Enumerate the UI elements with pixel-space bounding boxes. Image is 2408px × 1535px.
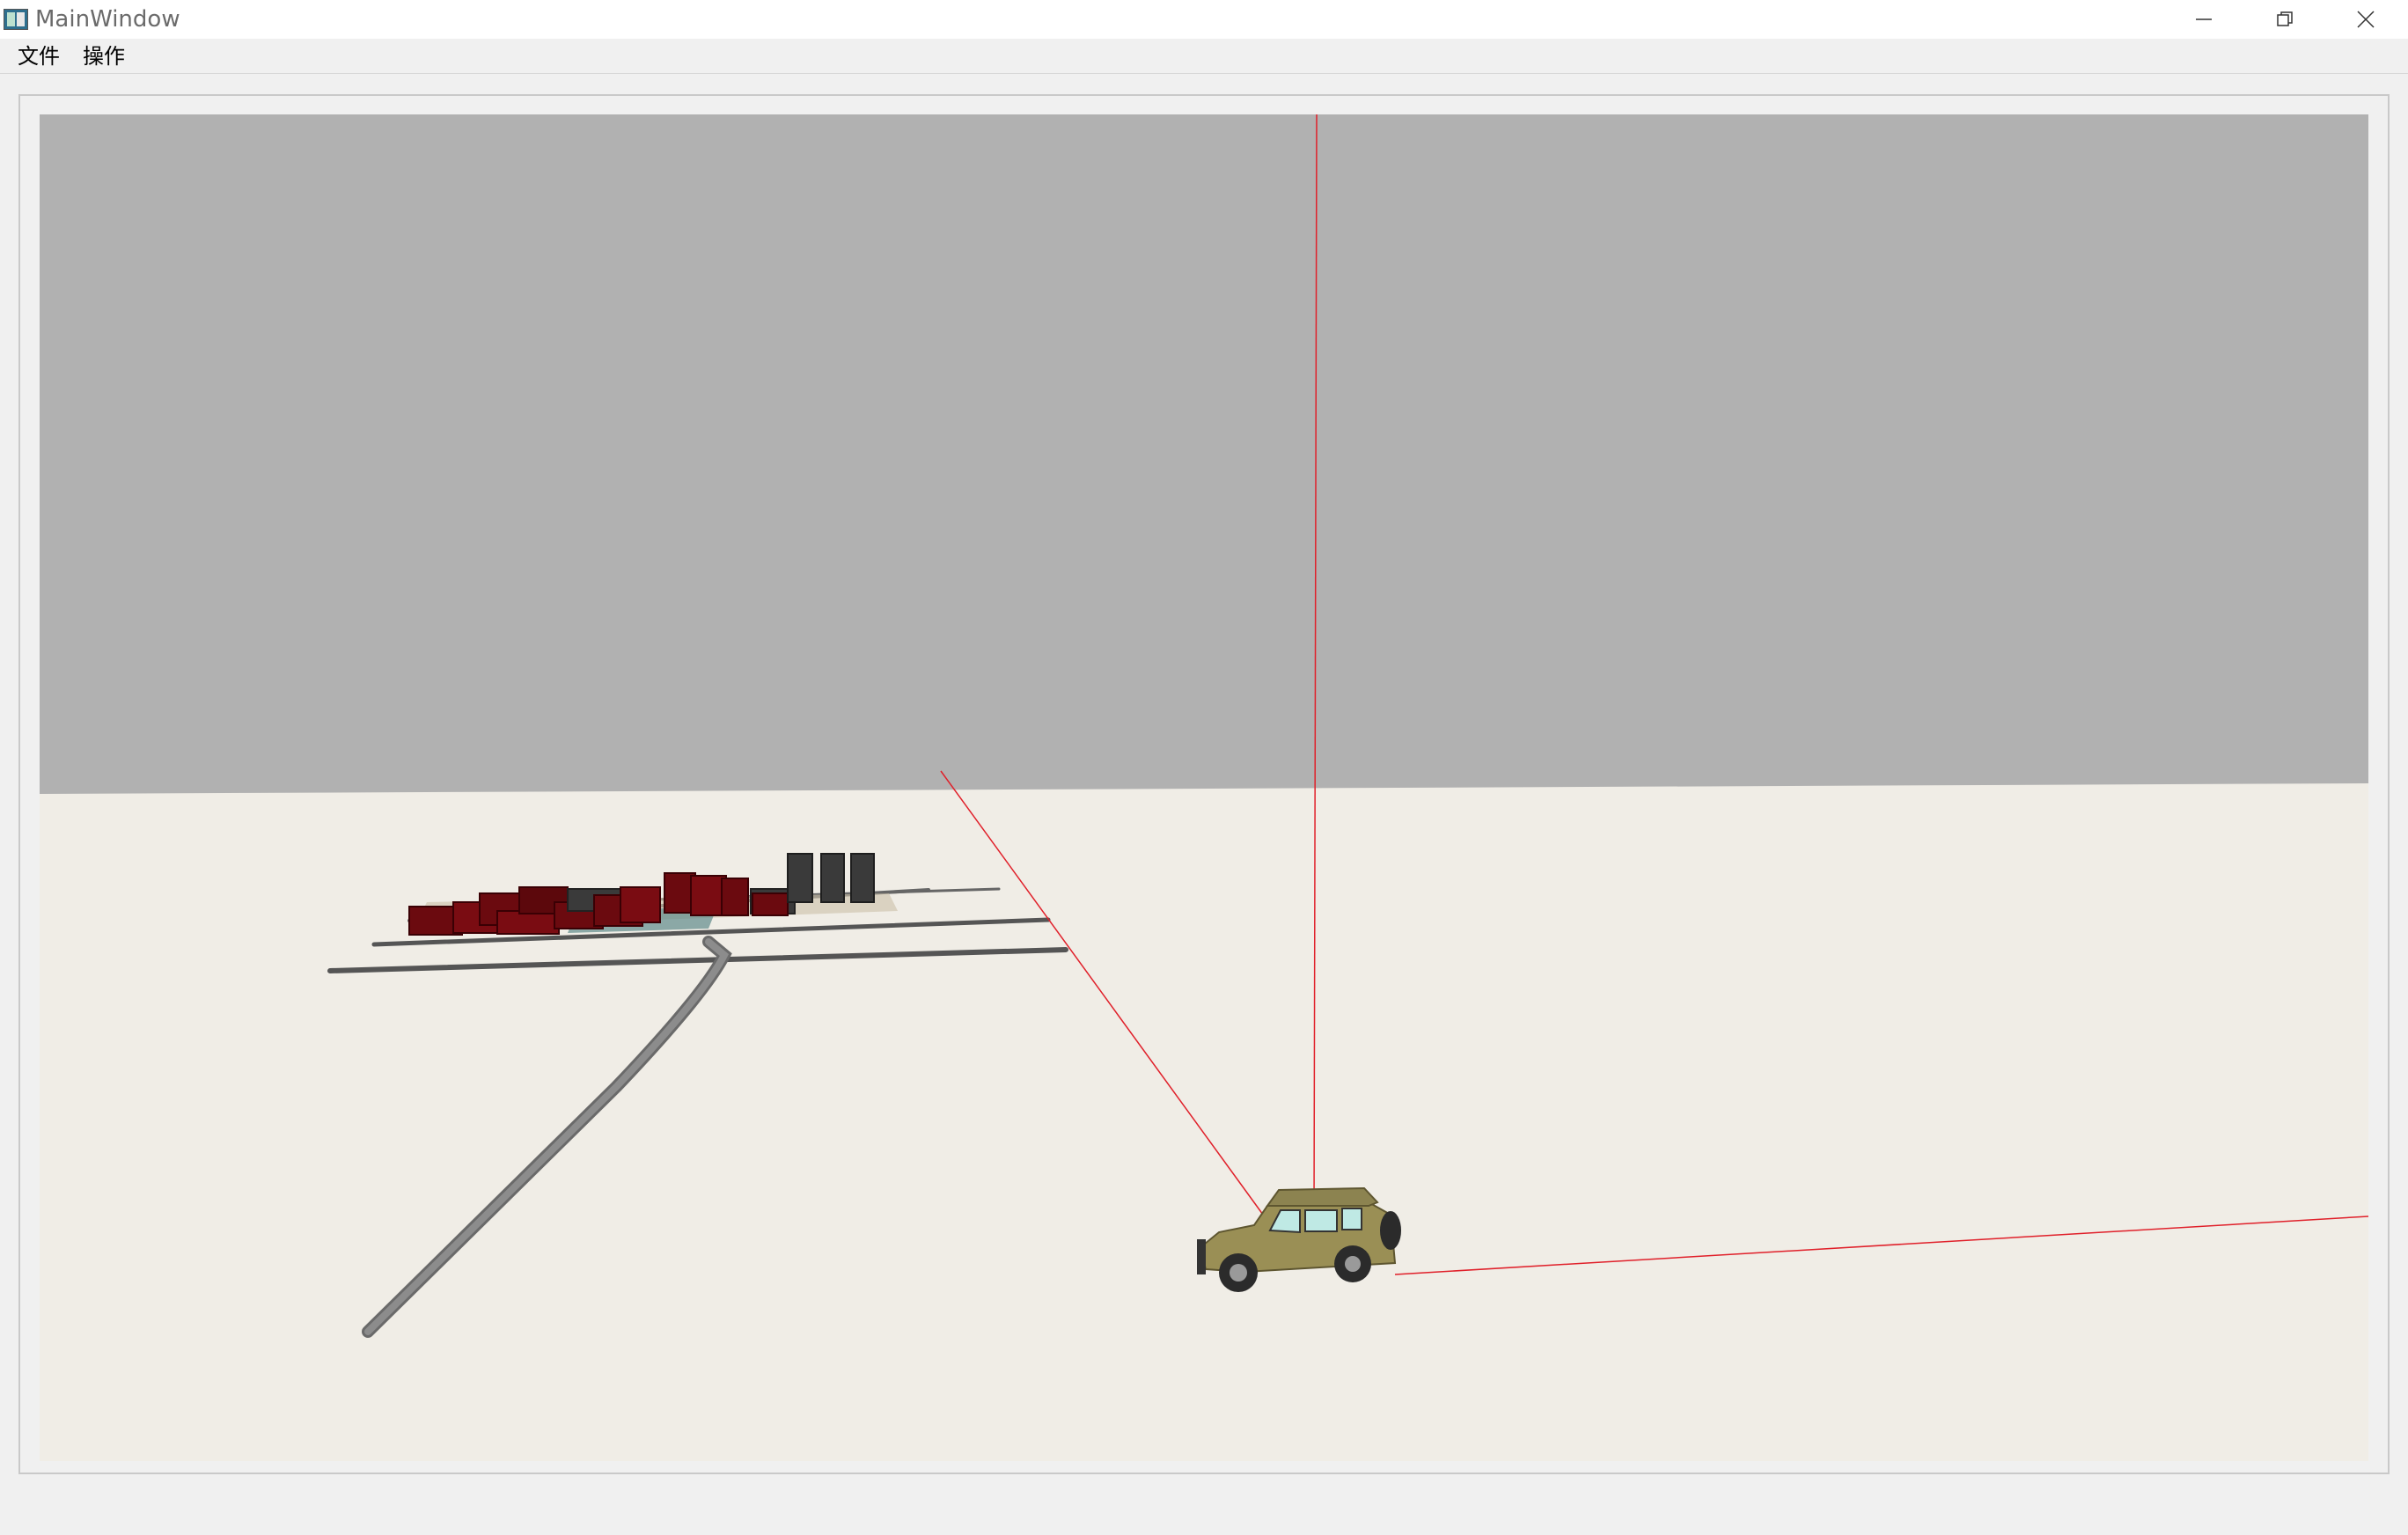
close-button[interactable] — [2325, 0, 2406, 39]
minimize-icon — [2194, 10, 2213, 29]
window-title: MainWindow — [35, 6, 180, 33]
menu-bar: 文件 操作 — [0, 39, 2408, 74]
restore-button[interactable] — [2244, 0, 2325, 39]
ground-plane — [40, 783, 2368, 1461]
restore-icon — [2275, 10, 2294, 29]
minimize-button[interactable] — [2163, 0, 2244, 39]
title-bar[interactable]: MainWindow — [0, 0, 2408, 39]
close-icon — [2356, 10, 2375, 29]
sky-backdrop — [40, 114, 2368, 794]
menu-operations[interactable]: 操作 — [77, 41, 130, 71]
main-window: MainWindow 文件 操作 — [0, 0, 2408, 1535]
app-window-icon — [4, 9, 28, 30]
menu-file[interactable]: 文件 — [12, 41, 65, 71]
scene-canvas[interactable] — [40, 114, 2368, 1461]
3d-viewport[interactable] — [40, 114, 2368, 1461]
